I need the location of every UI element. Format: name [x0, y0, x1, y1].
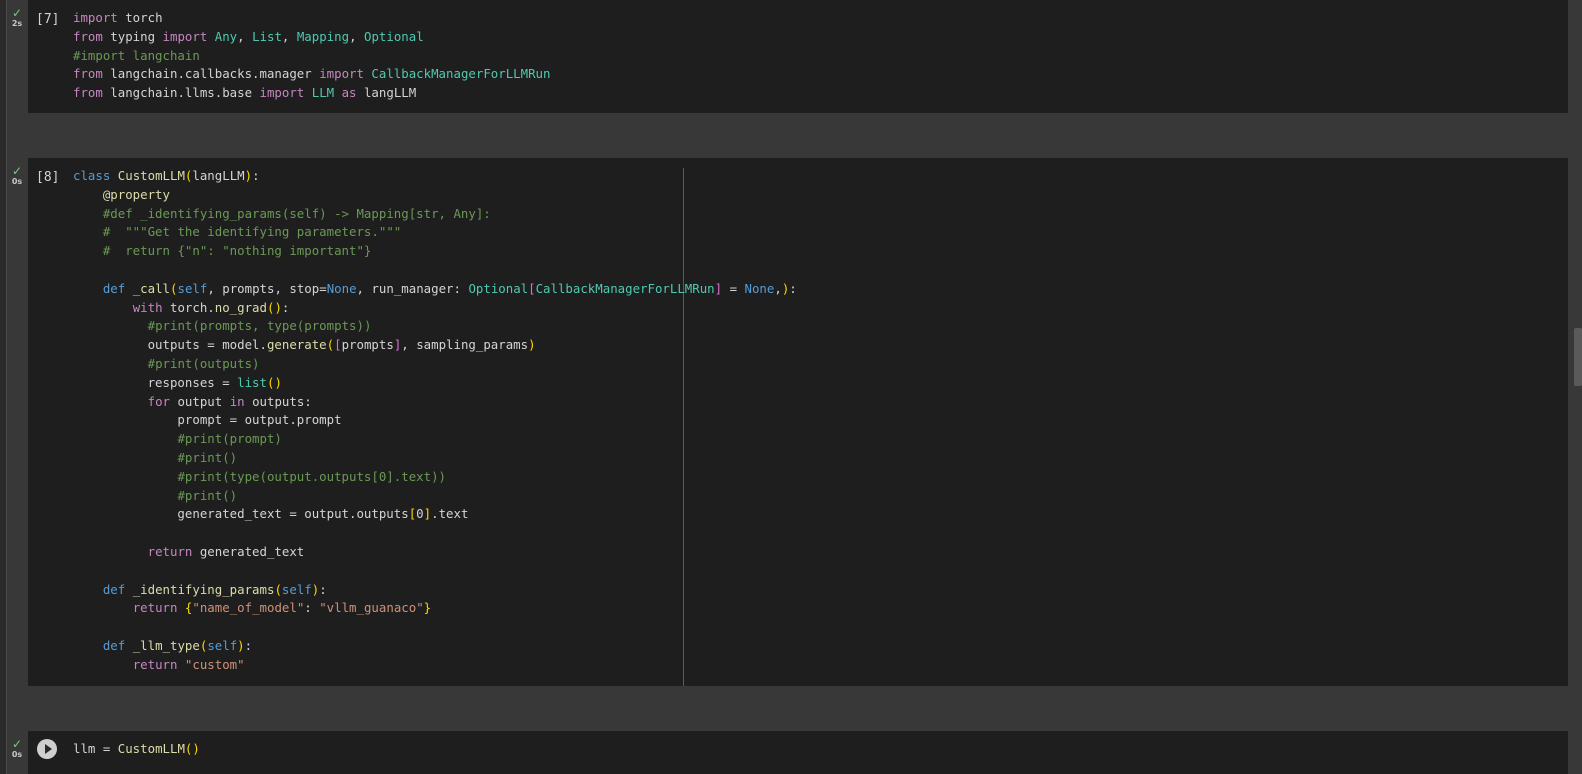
code-line: import torch — [73, 10, 163, 25]
code-line: from langchain.llms.base import LLM as l… — [73, 85, 417, 101]
code-cell-imports[interactable]: ✓ 2s [7] import torch from typing import … — [6, 0, 1582, 113]
code-line: with torch.no_grad(): — [132, 299, 290, 315]
code-line: llm = CustomLLM() — [73, 741, 200, 756]
check-icon: ✓ — [11, 6, 23, 20]
code-editor[interactable]: llm = CustomLLM() — [28, 731, 1568, 774]
code-line: #print(prompt) — [177, 431, 282, 447]
code-cell-custom-llm[interactable]: ✓ 0s [8] class CustomLLM(langLLM): @prop… — [6, 158, 1582, 686]
code-line: def _call(self, prompts, stop=None, run_… — [102, 280, 797, 296]
cell-status: ✓ 2s — [6, 6, 28, 28]
execution-time: 0s — [11, 177, 23, 186]
code-line: #def _identifying_params(self) -> Mappin… — [102, 205, 491, 221]
code-line: prompt = output.prompt — [73, 412, 342, 428]
cell-status: ✓ 0s — [6, 164, 28, 186]
execution-count: [7] — [36, 12, 60, 27]
check-icon: ✓ — [11, 737, 23, 751]
code-line: outputs = model.generate([prompts], samp… — [73, 337, 536, 353]
execution-time: 0s — [11, 750, 23, 759]
code-text[interactable]: llm = CustomLLM() — [73, 740, 200, 759]
code-line: responses = list() — [73, 374, 282, 390]
code-cell-instantiate[interactable]: ✓ 0s llm = CustomLLM() — [6, 731, 1582, 774]
execution-count: [8] — [36, 170, 60, 185]
scrollbar-thumb[interactable] — [1574, 328, 1582, 386]
code-line: return generated_text — [147, 543, 305, 559]
check-icon: ✓ — [11, 164, 23, 178]
code-line: # """Get the identifying parameters.""" — [102, 224, 402, 240]
code-line: #print(type(output.outputs[0].text)) — [177, 468, 446, 484]
code-line: #print() — [177, 449, 238, 465]
code-line: #import langchain — [73, 47, 200, 63]
code-line: #print() — [177, 487, 238, 503]
run-cell-button[interactable] — [37, 739, 57, 759]
code-text[interactable]: class CustomLLM(langLLM): @property #def… — [73, 167, 797, 675]
code-line: @property — [102, 186, 170, 202]
code-line: class CustomLLM(langLLM): — [73, 168, 260, 183]
code-line: return {"name_of_model": "vllm_guanaco"} — [132, 600, 432, 616]
code-line: def _llm_type(self): — [102, 637, 253, 653]
code-text[interactable]: import torch from typing import Any, List… — [73, 9, 550, 103]
code-editor[interactable]: [8] class CustomLLM(langLLM): @property … — [28, 158, 1568, 686]
execution-time: 2s — [11, 19, 23, 28]
code-line: def _identifying_params(self): — [102, 581, 327, 597]
code-line: generated_text = output.outputs[0].text — [73, 506, 469, 522]
code-line: from langchain.callbacks.manager import … — [73, 66, 551, 82]
code-line: return "custom" — [132, 656, 245, 672]
cell-status: ✓ 0s — [6, 737, 28, 759]
code-line: from typing import Any, List, Mapping, O… — [73, 28, 424, 44]
code-line: #print(outputs) — [147, 355, 260, 371]
code-line: # return {"n": "nothing important"} — [102, 243, 372, 259]
code-line: for output in outputs: — [147, 393, 312, 409]
code-editor[interactable]: [7] import torch from typing import Any, … — [28, 0, 1568, 113]
code-line: #print(prompts, type(prompts)) — [147, 318, 372, 334]
